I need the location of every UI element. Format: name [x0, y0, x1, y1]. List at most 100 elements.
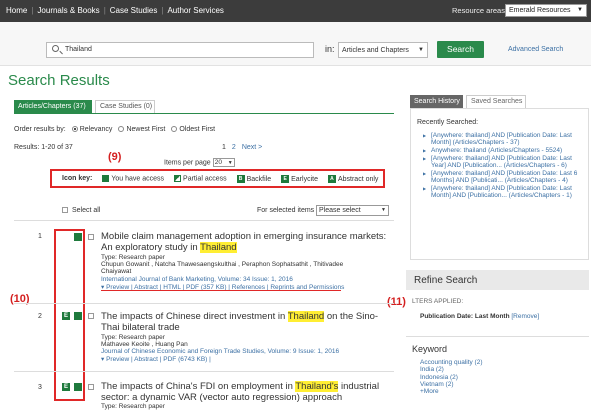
- result-title[interactable]: Mobile claim management adoption in emer…: [101, 231, 391, 253]
- resource-selected: Emerald Resources: [509, 7, 571, 14]
- result-number: 3: [38, 384, 42, 391]
- divider: [14, 220, 394, 221]
- icon-key: Icon key: You have access Partial access…: [50, 169, 385, 188]
- divider: [14, 303, 394, 304]
- keyword-item[interactable]: Vietnam (2): [420, 381, 483, 388]
- recent-searches-list: [Anywhere: thailand] AND [Publication Da…: [423, 132, 583, 200]
- key-earlycite: E Earlycite: [281, 174, 318, 183]
- next-page[interactable]: Next >: [242, 144, 262, 151]
- key-backfile: B Backfile: [236, 174, 271, 183]
- key-abstract-only: A Abstract only: [327, 174, 378, 183]
- earlycite-icon: E: [62, 312, 70, 320]
- result-title[interactable]: The impacts of Chinese direct investment…: [101, 311, 391, 333]
- divider: [406, 336, 589, 337]
- result-links[interactable]: ▾ Preview | Abstract | PDF (6743 KB) |: [101, 356, 211, 364]
- recent-search-item[interactable]: [Anywhere: thailand] AND [Publication Da…: [423, 170, 583, 185]
- page-1[interactable]: 1: [222, 144, 226, 151]
- earlycite-icon: E: [281, 174, 290, 183]
- search-scope-select[interactable]: Articles and Chapters ▼: [338, 42, 428, 58]
- applied-filter: Publication Date: Last Month [Remove]: [420, 313, 539, 320]
- radio-icon: [118, 126, 125, 133]
- recent-search-item[interactable]: [Anywhere: thailand] AND [Publication Da…: [423, 132, 583, 147]
- chevron-down-icon: ▼: [227, 160, 233, 166]
- tab-case-studies[interactable]: Case Studies (0): [95, 100, 155, 113]
- pagination: 1 2 Next >: [222, 144, 262, 151]
- result-checkbox[interactable]: [88, 313, 94, 319]
- key-partial-access: Partial access: [174, 174, 227, 182]
- resource-areas-label: Resource areas:: [452, 6, 508, 15]
- result-checkbox[interactable]: [88, 234, 94, 240]
- chevron-down-icon: ▼: [577, 7, 583, 13]
- scope-value: Articles and Chapters: [342, 47, 409, 54]
- remove-filter-link[interactable]: [Remove]: [511, 313, 539, 320]
- full-access-icon: [102, 174, 110, 182]
- result-authors: Chupun Gowanit , Natcha Thawesaengskulth…: [101, 261, 344, 268]
- tab-articles-chapters[interactable]: Articles/Chapters (37): [14, 100, 92, 113]
- tab-search-history[interactable]: Search History: [410, 95, 463, 108]
- result-number: 1: [38, 233, 42, 240]
- results-count: Results: 1-20 of 37: [14, 144, 73, 151]
- chevron-down-icon: ▼: [381, 207, 386, 213]
- items-per-page: Items per page 20 ▼: [164, 158, 235, 167]
- radio-icon: [171, 126, 178, 133]
- icon-key-label: Icon key:: [62, 175, 93, 182]
- keyword-item[interactable]: Indonesia (2): [420, 374, 483, 381]
- links-underline: [101, 290, 341, 291]
- recent-search-item[interactable]: Anywhere: thailand (Articles/Chapters - …: [423, 147, 583, 155]
- select-all[interactable]: Select all: [62, 207, 100, 214]
- page-title: Search Results: [8, 72, 110, 89]
- key-full-access: You have access: [102, 174, 164, 182]
- search-input[interactable]: Thailand: [46, 42, 314, 58]
- full-access-icon: [74, 233, 82, 241]
- items-per-page-select[interactable]: 20 ▼: [212, 158, 235, 167]
- in-label: in:: [325, 44, 335, 54]
- for-selected-label: For selected items: [257, 207, 315, 214]
- backfile-icon: B: [236, 174, 245, 183]
- order-oldest[interactable]: Oldest First: [171, 126, 215, 133]
- nav-case-studies[interactable]: Case Studies: [110, 6, 158, 15]
- page-2[interactable]: 2: [232, 144, 236, 151]
- top-nav: Home | Journals & Books | Case Studies | Au…: [6, 6, 224, 15]
- recent-search-item[interactable]: [Anywhere: thailand] AND [Publication Da…: [423, 185, 583, 200]
- tab-divider: [14, 113, 394, 114]
- result-title[interactable]: The impacts of China's FDI on employment…: [101, 381, 391, 403]
- tab-saved-searches[interactable]: Saved Searches: [466, 95, 526, 108]
- result-journal[interactable]: Journal of Chinese Economic and Foreign …: [101, 348, 339, 356]
- result-number: 2: [38, 313, 42, 320]
- result-authors-cont: Chaiyawat: [101, 268, 132, 275]
- nav-home[interactable]: Home: [6, 6, 27, 15]
- keyword-item[interactable]: India (2): [420, 366, 483, 373]
- result-checkbox[interactable]: [88, 384, 94, 390]
- chevron-down-icon: ▼: [418, 47, 424, 53]
- radio-icon: [71, 126, 78, 133]
- more-keywords-link[interactable]: +More: [420, 388, 483, 395]
- resource-areas-select[interactable]: Emerald Resources ▼: [505, 4, 587, 17]
- top-bar: Home | Journals & Books | Case Studies | Au…: [0, 0, 591, 22]
- recent-search-item[interactable]: [Anywhere: thailand] AND [Publication Da…: [423, 155, 583, 170]
- order-newest[interactable]: Newest First: [118, 126, 165, 133]
- abstract-only-icon: A: [327, 174, 336, 183]
- bulk-action-select[interactable]: Please select ▼: [316, 205, 389, 216]
- search-button[interactable]: Search: [437, 41, 484, 58]
- checkbox-icon: [62, 207, 68, 214]
- partial-access-icon: [174, 174, 182, 182]
- order-label: Order results by:: [14, 126, 66, 133]
- nav-author-services[interactable]: Author Services: [167, 6, 223, 15]
- annotation-9: (9): [108, 151, 122, 163]
- keyword-item[interactable]: Accounting quality (2): [420, 359, 483, 366]
- order-by: Order results by: Relevancy Newest First…: [14, 126, 215, 133]
- nav-journals-books[interactable]: Journals & Books: [37, 6, 99, 15]
- recently-searched-label: Recently Searched:: [417, 119, 479, 126]
- keyword-heading: Keyword: [412, 344, 448, 354]
- full-access-icon: [74, 383, 82, 391]
- filter-value: Publication Date: Last Month: [420, 313, 510, 320]
- result-journal[interactable]: International Journal of Bank Marketing,…: [101, 276, 293, 284]
- result-type: Type: Research paper: [101, 403, 165, 410]
- filters-applied-label: LTERS APPLIED:: [412, 298, 464, 305]
- keyword-list: Accounting quality (2) India (2) Indones…: [420, 359, 483, 395]
- order-relevancy[interactable]: Relevancy: [71, 126, 112, 133]
- search-icon: [52, 45, 59, 52]
- annotation-11: (11): [387, 296, 406, 308]
- advanced-search-link[interactable]: Advanced Search: [508, 46, 563, 53]
- items-per-page-label: Items per page: [164, 159, 211, 167]
